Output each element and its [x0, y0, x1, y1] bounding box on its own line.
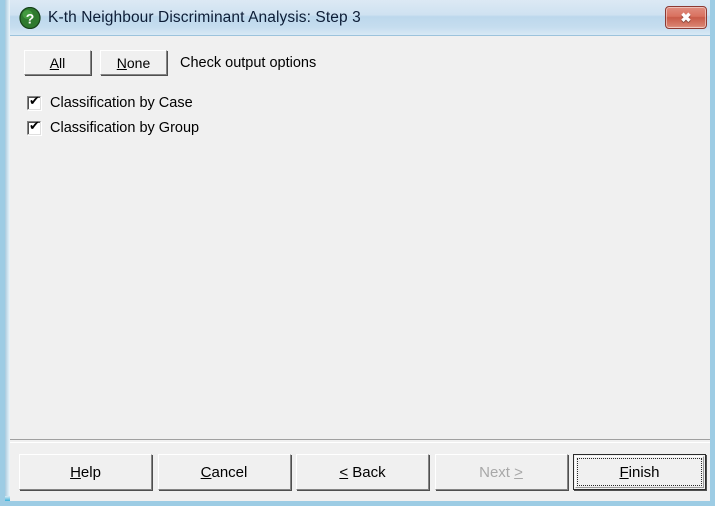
instruction-label: Check output options: [180, 54, 317, 71]
checkbox-classification-by-case[interactable]: ✔: [27, 93, 41, 110]
checkbox-row-classification-by-group[interactable]: ✔ Classification by Group: [27, 115, 199, 140]
next-accel: >: [514, 463, 523, 481]
next-button: Next >: [434, 454, 568, 490]
checkbox-label-classification-by-case: Classification by Case: [50, 94, 193, 111]
cancel-accel: C: [200, 463, 212, 481]
window-title: K-th Neighbour Discriminant Analysis: St…: [48, 8, 361, 26]
select-all-button[interactable]: All: [24, 50, 91, 75]
help-label: elp: [80, 463, 101, 481]
dialog-client-area: All None Check output options ✔ Classifi…: [10, 36, 710, 501]
checkbox-classification-by-group[interactable]: ✔: [27, 118, 41, 135]
select-all-label: ll: [59, 54, 66, 71]
dialog-button-bar: Help Cancel < Back Next > Finish: [19, 453, 706, 491]
close-icon: ✖: [680, 10, 692, 25]
finish-label: inish: [628, 463, 660, 481]
finish-accel: F: [619, 463, 629, 481]
select-none-accel: N: [116, 54, 127, 71]
help-button[interactable]: Help: [19, 454, 152, 490]
cancel-button[interactable]: Cancel: [157, 454, 291, 490]
title-bar: ? K-th Neighbour Discriminant Analysis: …: [10, 0, 710, 36]
dialog-window: ? K-th Neighbour Discriminant Analysis: …: [0, 0, 715, 506]
checkbox-label-classification-by-group: Classification by Group: [50, 119, 200, 136]
svg-text:?: ?: [26, 10, 35, 26]
output-options-toolbar: All None Check output options: [24, 50, 316, 75]
select-none-label: one: [126, 54, 151, 71]
finish-button[interactable]: Finish: [573, 454, 706, 490]
help-accel: H: [70, 463, 81, 481]
question-mark-icon: ?: [19, 6, 41, 29]
output-options-list: ✔ Classification by Case ✔ Classificatio…: [27, 90, 199, 140]
close-button[interactable]: ✖: [665, 6, 707, 29]
check-icon: ✔: [29, 118, 40, 134]
cancel-label: ancel: [211, 463, 248, 481]
select-none-button[interactable]: None: [100, 50, 167, 75]
back-accel: <: [339, 463, 349, 481]
next-label: Next: [479, 463, 515, 481]
check-icon: ✔: [29, 93, 40, 109]
back-label: Back: [348, 463, 386, 481]
back-button[interactable]: < Back: [296, 454, 429, 490]
footer-separator: [10, 439, 710, 443]
checkbox-row-classification-by-case[interactable]: ✔ Classification by Case: [27, 90, 199, 115]
select-all-accel: A: [49, 54, 60, 71]
